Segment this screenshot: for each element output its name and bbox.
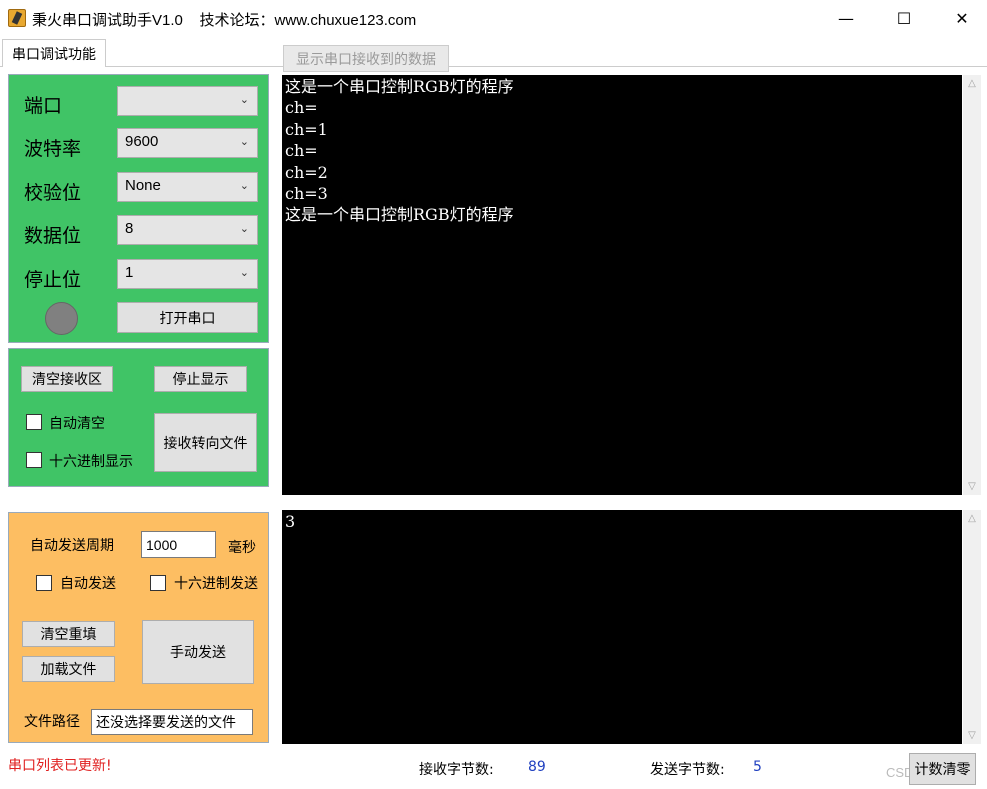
auto-clear-label: 自动清空 bbox=[49, 416, 105, 432]
send-text-area[interactable]: 3 bbox=[282, 510, 962, 744]
port-select[interactable]: ⌄ bbox=[117, 86, 258, 116]
maximize-button[interactable]: ☐ bbox=[875, 0, 933, 36]
receive-line: ch= bbox=[285, 141, 318, 161]
send-text: 3 bbox=[285, 512, 296, 531]
status-message: 串口列表已更新! bbox=[8, 758, 112, 774]
chevron-down-icon: ⌄ bbox=[239, 94, 249, 106]
receive-line: ch= bbox=[285, 98, 318, 118]
clear-receive-button[interactable]: 清空接收区 bbox=[21, 366, 113, 392]
receive-scrollbar[interactable]: △ ▽ bbox=[963, 75, 981, 495]
port-label: 端口 bbox=[24, 95, 63, 117]
reset-count-button[interactable]: 计数清零 bbox=[909, 753, 976, 785]
baud-label: 波特率 bbox=[24, 138, 82, 160]
send-scrollbar[interactable]: △ ▽ bbox=[963, 510, 981, 744]
chevron-down-icon: ⌄ bbox=[239, 136, 249, 148]
minimize-button[interactable]: — bbox=[817, 0, 875, 36]
scroll-up-icon[interactable]: △ bbox=[963, 75, 981, 92]
databits-label: 数据位 bbox=[24, 225, 82, 247]
parity-value: None bbox=[125, 177, 161, 194]
tab-receive-display[interactable]: 显示串口接收到的数据 bbox=[283, 45, 449, 72]
close-button[interactable]: ✕ bbox=[933, 0, 987, 36]
tx-count-value: 5 bbox=[753, 759, 762, 775]
auto-send-label: 自动发送 bbox=[60, 576, 116, 592]
receive-line: 这是一个串口控制RGB灯的程序 bbox=[285, 77, 514, 96]
file-path-label: 文件路径 bbox=[24, 714, 80, 730]
app-logo-icon bbox=[8, 9, 26, 27]
stopbits-value: 1 bbox=[125, 264, 134, 281]
receive-line: 这是一个串口控制RGB灯的程序 bbox=[285, 205, 514, 225]
file-path-input[interactable] bbox=[91, 709, 253, 735]
hex-send-checkbox[interactable] bbox=[150, 575, 166, 591]
tx-count-label: 发送字节数: bbox=[650, 762, 725, 778]
databits-value: 8 bbox=[125, 220, 134, 237]
tab-divider bbox=[0, 66, 987, 67]
hex-send-label: 十六进制发送 bbox=[174, 576, 258, 592]
title-bar: 秉火串口调试助手V1.0 技术论坛：www.chuxue123.com — ☐ … bbox=[0, 0, 987, 36]
baud-select[interactable]: 9600 ⌄ bbox=[117, 128, 258, 158]
receive-line: ch=3 bbox=[285, 184, 328, 204]
receive-to-file-button[interactable]: 接收转向文件 bbox=[154, 413, 257, 472]
chevron-down-icon: ⌄ bbox=[239, 267, 249, 279]
tab-serial-debug[interactable]: 串口调试功能 bbox=[2, 39, 106, 67]
manual-send-button[interactable]: 手动发送 bbox=[142, 620, 254, 684]
chevron-down-icon: ⌄ bbox=[239, 223, 249, 235]
send-period-label: 自动发送周期 bbox=[30, 538, 114, 554]
rx-count-value: 89 bbox=[528, 759, 546, 775]
auto-clear-checkbox[interactable] bbox=[26, 414, 42, 430]
scroll-down-icon[interactable]: ▽ bbox=[963, 727, 981, 744]
stop-display-button[interactable]: 停止显示 bbox=[154, 366, 247, 392]
scroll-up-icon[interactable]: △ bbox=[963, 510, 981, 527]
window-title: 秉火串口调试助手V1.0 技术论坛：www.chuxue123.com bbox=[32, 12, 417, 29]
stopbits-select[interactable]: 1 ⌄ bbox=[117, 259, 258, 289]
stopbits-label: 停止位 bbox=[24, 269, 82, 291]
period-unit-label: 毫秒 bbox=[228, 540, 256, 556]
chevron-down-icon: ⌄ bbox=[239, 180, 249, 192]
open-port-button[interactable]: 打开串口 bbox=[117, 302, 258, 333]
scroll-down-icon[interactable]: ▽ bbox=[963, 478, 981, 495]
clear-refill-button[interactable]: 清空重填 bbox=[22, 621, 115, 647]
receive-text-area[interactable]: 这是一个串口控制RGB灯的程序 ch= ch=1 ch= ch=2 ch=3 这… bbox=[282, 75, 962, 495]
hex-display-checkbox[interactable] bbox=[26, 452, 42, 468]
hex-display-label: 十六进制显示 bbox=[49, 454, 133, 470]
receive-line: ch=1 bbox=[285, 119, 328, 139]
send-period-input[interactable] bbox=[141, 531, 216, 558]
auto-send-checkbox[interactable] bbox=[36, 575, 52, 591]
parity-select[interactable]: None ⌄ bbox=[117, 172, 258, 202]
port-status-indicator bbox=[45, 302, 78, 335]
databits-select[interactable]: 8 ⌄ bbox=[117, 215, 258, 245]
rx-count-label: 接收字节数: bbox=[419, 762, 494, 778]
receive-line: ch=2 bbox=[285, 162, 328, 182]
load-file-button[interactable]: 加载文件 bbox=[22, 656, 115, 682]
parity-label: 校验位 bbox=[24, 182, 82, 204]
baud-value: 9600 bbox=[125, 133, 159, 150]
